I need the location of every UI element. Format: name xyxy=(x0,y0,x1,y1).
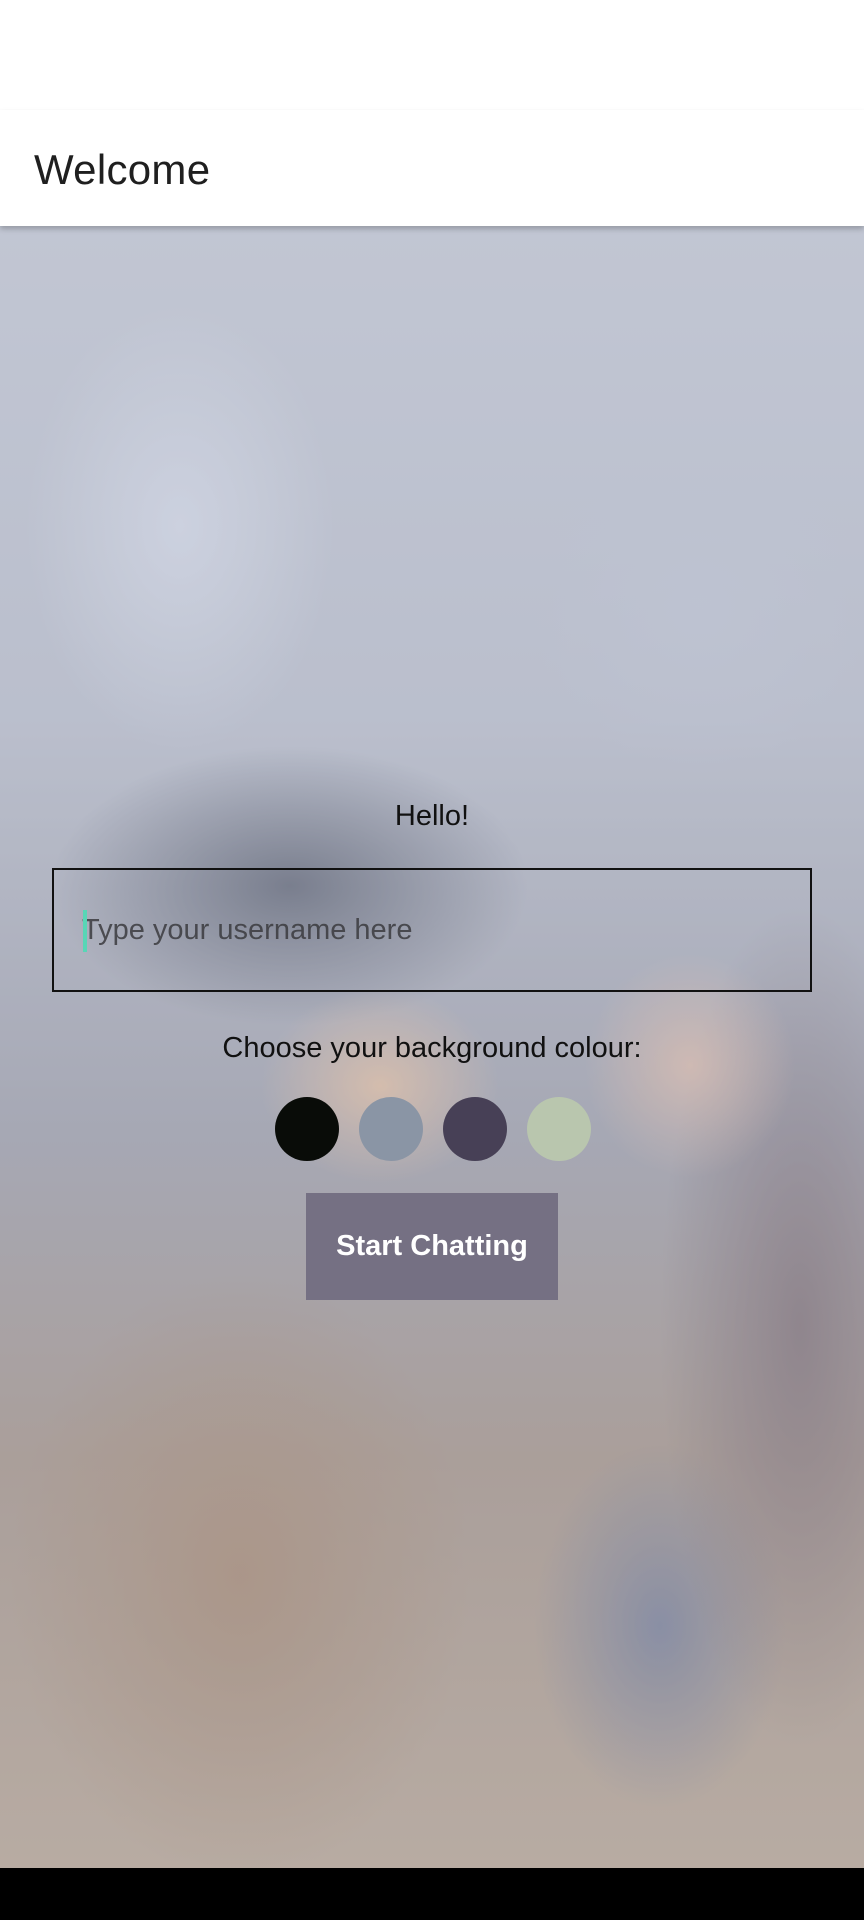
app-bar: Welcome xyxy=(0,110,864,226)
username-input[interactable] xyxy=(82,870,782,990)
color-swatch-group xyxy=(275,1097,591,1161)
username-field[interactable] xyxy=(52,868,812,992)
text-cursor xyxy=(83,910,87,952)
navigation-bar xyxy=(0,1868,864,1920)
color-swatch-sage-green[interactable] xyxy=(527,1097,591,1161)
greeting-text: Hello! xyxy=(394,800,470,832)
start-chatting-button[interactable]: Start Chatting xyxy=(306,1193,558,1300)
color-swatch-dark-purple[interactable] xyxy=(443,1097,507,1161)
status-bar xyxy=(0,0,864,110)
color-prompt: Choose your background colour: xyxy=(222,1032,642,1064)
page-title: Welcome xyxy=(34,146,211,193)
welcome-screen: Welcome Hello! Choose your background co… xyxy=(0,0,864,1920)
color-swatch-black[interactable] xyxy=(275,1097,339,1161)
color-swatch-gray-blue[interactable] xyxy=(359,1097,423,1161)
